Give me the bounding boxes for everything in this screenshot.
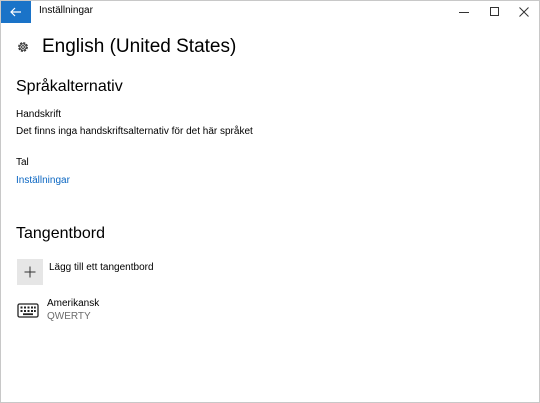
- language-options-heading: Språkalternativ: [16, 78, 123, 95]
- add-keyboard-tile: [17, 259, 43, 285]
- add-keyboard-button[interactable]: Lägg till ett tangentbord: [17, 259, 154, 285]
- maximize-button[interactable]: [480, 1, 510, 23]
- add-keyboard-label: Lägg till ett tangentbord: [49, 262, 154, 273]
- page-title: English (United States): [42, 36, 237, 57]
- speech-label: Tal: [16, 157, 29, 168]
- keyboard-name: Amerikansk: [47, 298, 100, 309]
- minimize-icon: [459, 12, 469, 13]
- minimize-button[interactable]: [449, 1, 479, 23]
- close-button[interactable]: [509, 1, 539, 23]
- back-button[interactable]: [1, 1, 31, 23]
- back-arrow-icon: [10, 7, 21, 17]
- keyboard-list-item[interactable]: Amerikansk QWERTY: [17, 298, 99, 322]
- page-header: English (United States): [16, 34, 236, 60]
- handwriting-label: Handskrift: [16, 109, 62, 120]
- plus-icon: [24, 266, 36, 278]
- keyboard-icon: [17, 300, 39, 322]
- handwriting-description: Det finns inga handskriftsalternativ för…: [16, 126, 253, 137]
- keyboard-item-text: Amerikansk QWERTY: [47, 298, 99, 322]
- window-title: Inställningar: [39, 5, 93, 16]
- maximize-icon: [490, 7, 499, 16]
- title-bar: Inställningar: [1, 1, 539, 23]
- speech-settings-link[interactable]: Inställningar: [16, 175, 70, 186]
- keyboard-layout: QWERTY: [47, 311, 91, 322]
- keyboard-heading: Tangentbord: [16, 225, 105, 242]
- settings-window: Inställningar English (United States) Sp…: [0, 0, 540, 403]
- gear-icon: [18, 42, 28, 52]
- close-icon: [519, 7, 529, 17]
